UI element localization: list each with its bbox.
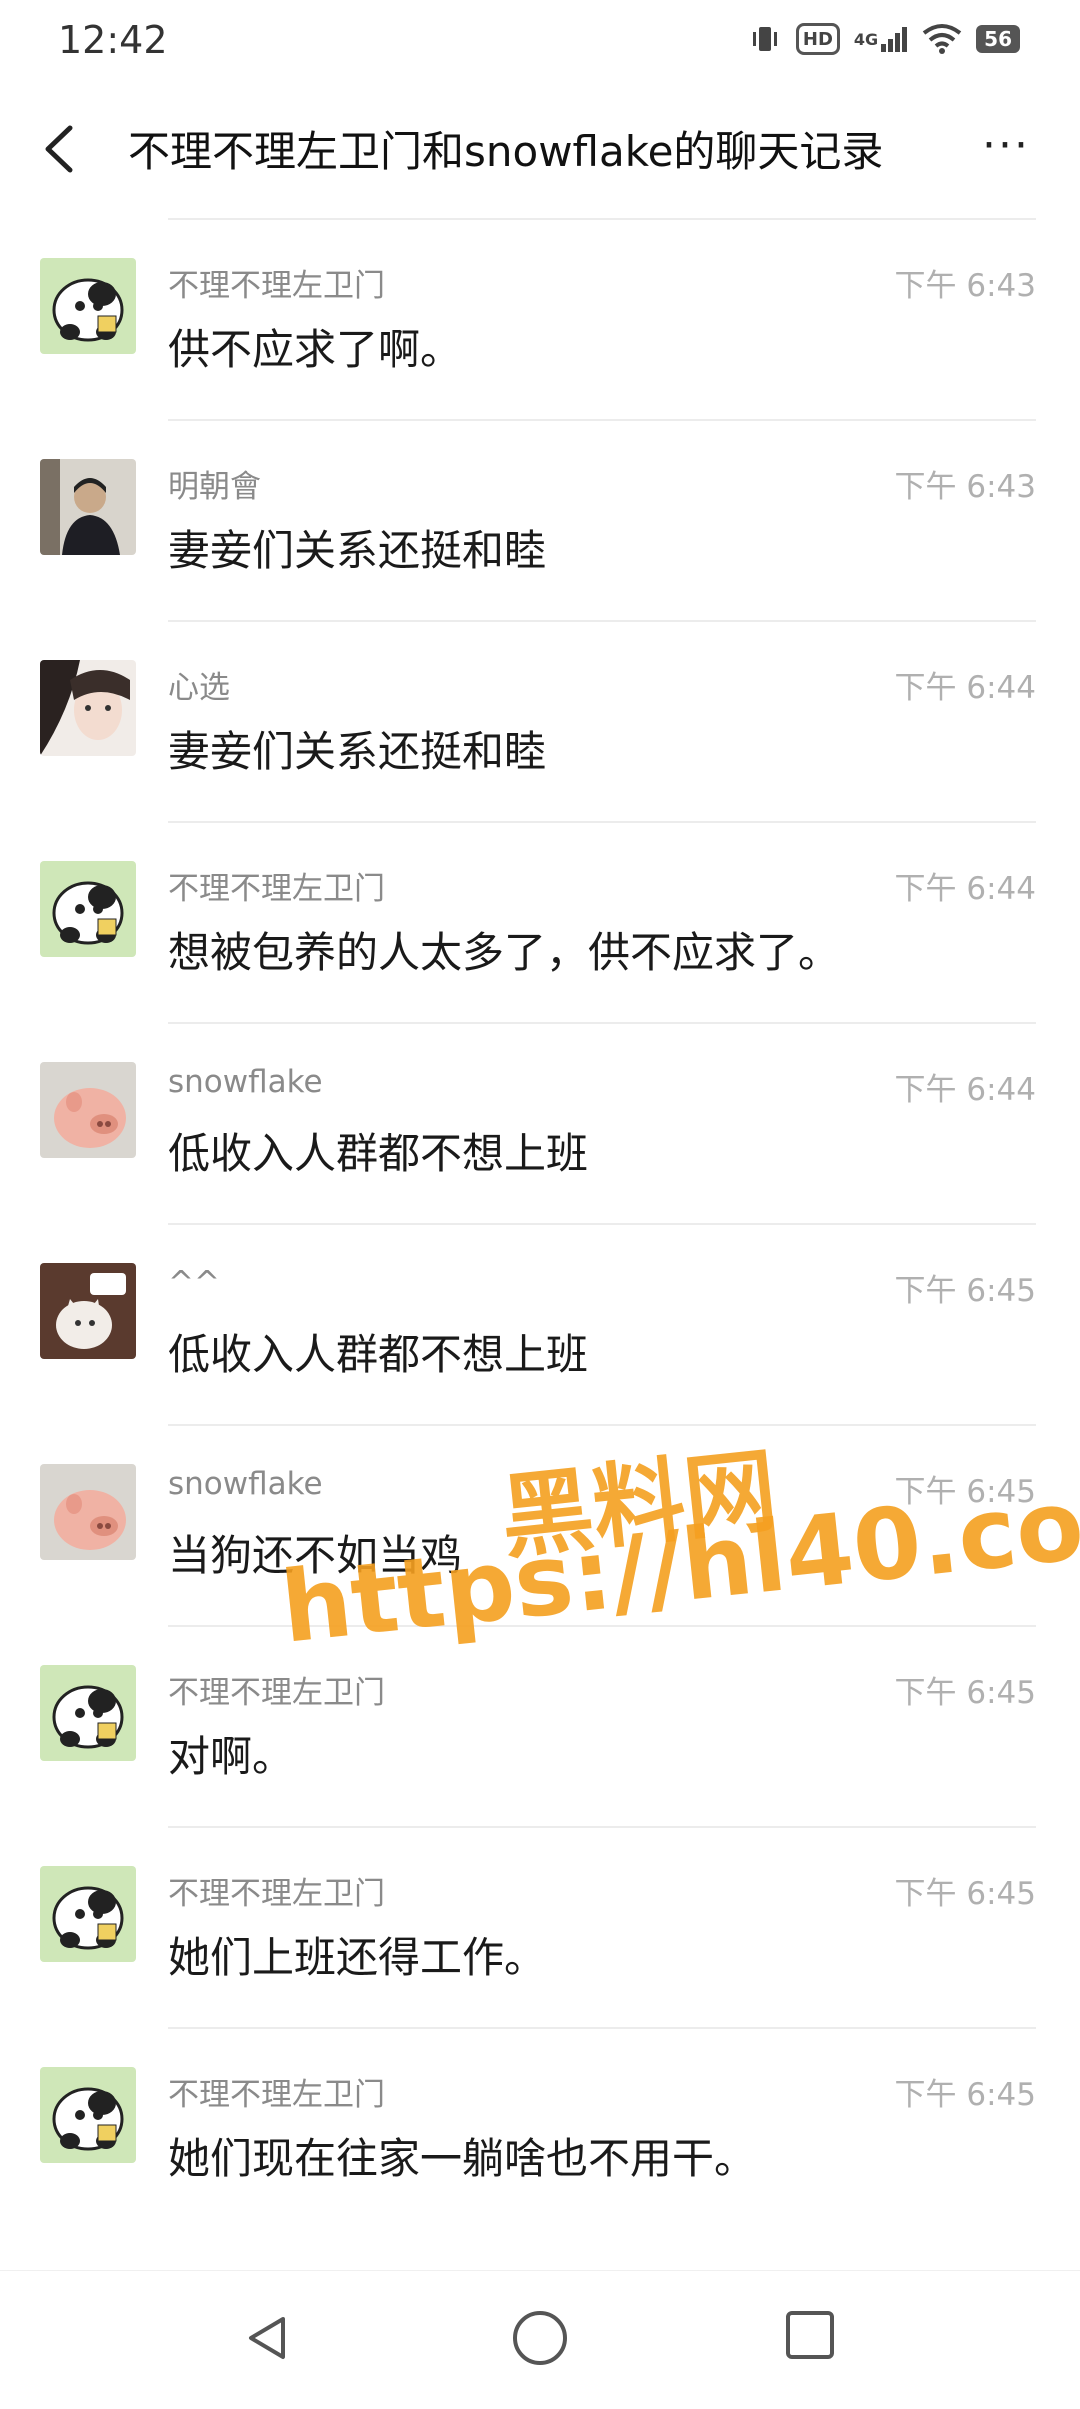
cat-avatar[interactable] [40, 1263, 136, 1359]
panda-avatar[interactable] [40, 2067, 136, 2163]
divider [168, 419, 1036, 421]
network-type: 4G [853, 29, 879, 49]
vibrate-icon [748, 22, 782, 56]
divider [168, 821, 1036, 823]
signal-icon: 4G [854, 22, 908, 56]
girl-avatar[interactable] [40, 660, 136, 756]
hd-icon: HD [795, 23, 840, 55]
list-item[interactable]: 不理不理左卫门 下午 6:45 对啊。 [0, 1625, 1080, 1826]
message-time: 下午 6:45 [894, 1876, 1036, 1912]
sender-name: 明朝會 [168, 469, 261, 505]
chat-history-list: 不理不理左卫门 下午 6:43 供不应求了啊。 明朝會 下午 6:43 妻妾们关… [0, 218, 1080, 2228]
message-time: 下午 6:45 [894, 1675, 1036, 1711]
message-time: 下午 6:43 [894, 469, 1036, 505]
message-text: 供不应求了啊。 [168, 325, 463, 374]
message-time: 下午 6:43 [894, 268, 1036, 304]
divider [168, 218, 1036, 220]
sender-name: 不理不理左卫门 [168, 871, 385, 907]
sender-name: ^^ [168, 1265, 220, 1301]
message-time: 下午 6:45 [894, 1273, 1036, 1309]
page-title: 不理不理左卫门和snowflake的聊天记录 [128, 127, 884, 176]
nav-home-button[interactable] [513, 2311, 567, 2365]
message-text: 妻妾们关系还挺和睦 [168, 727, 547, 776]
triangle-back-icon [249, 2317, 285, 2359]
message-text: 低收入人群都不想上班 [168, 1330, 589, 1379]
more-options-button[interactable]: ··· [982, 120, 1030, 171]
sender-name: 不理不理左卫门 [168, 1876, 385, 1912]
sender-name: snowflake [168, 1466, 323, 1502]
chevron-left-icon [45, 125, 73, 173]
pig-avatar[interactable] [40, 1062, 136, 1158]
battery-icon: 56 [976, 25, 1020, 53]
system-nav-bar [0, 2270, 1080, 2409]
message-time: 下午 6:44 [894, 670, 1036, 706]
message-text: 她们现在往家一躺啥也不用干。 [168, 2134, 757, 2183]
pig-avatar[interactable] [40, 1464, 136, 1560]
message-text: 对啊。 [168, 1732, 295, 1781]
list-item[interactable]: 明朝會 下午 6:43 妻妾们关系还挺和睦 [0, 419, 1080, 620]
message-text: 低收入人群都不想上班 [168, 1129, 589, 1178]
back-button[interactable] [40, 124, 80, 174]
status-icons: HD 4G 56 [748, 22, 1020, 56]
list-item[interactable]: ^^ 下午 6:45 低收入人群都不想上班 [0, 1223, 1080, 1424]
divider [168, 1826, 1036, 1828]
list-item[interactable]: 心选 下午 6:44 妻妾们关系还挺和睦 [0, 620, 1080, 821]
sender-name: 不理不理左卫门 [168, 1675, 385, 1711]
list-item[interactable]: 不理不理左卫门 下午 6:43 供不应求了啊。 [0, 218, 1080, 419]
sender-name: 不理不理左卫门 [168, 268, 385, 304]
sender-name: 不理不理左卫门 [168, 2077, 385, 2113]
status-time: 12:42 [58, 18, 168, 62]
list-item[interactable]: snowflake 下午 6:44 低收入人群都不想上班 [0, 1022, 1080, 1223]
message-text: 妻妾们关系还挺和睦 [168, 526, 547, 575]
divider [168, 620, 1036, 622]
status-bar: 12:42 HD 4G 56 [0, 0, 1080, 80]
list-item[interactable]: 不理不理左卫门 下午 6:45 她们现在往家一躺啥也不用干。 [0, 2027, 1080, 2228]
list-item[interactable]: 不理不理左卫门 下午 6:45 她们上班还得工作。 [0, 1826, 1080, 2027]
divider [168, 1424, 1036, 1426]
message-text: 她们上班还得工作。 [168, 1933, 547, 1982]
message-time: 下午 6:45 [894, 2077, 1036, 2113]
divider [168, 1022, 1036, 1024]
sender-name: 心选 [168, 670, 230, 706]
message-time: 下午 6:44 [894, 871, 1036, 907]
wifi-icon [922, 22, 962, 56]
person-avatar[interactable] [40, 459, 136, 555]
message-text: 想被包养的人太多了，供不应求了。 [168, 928, 841, 977]
divider [168, 2027, 1036, 2029]
nav-back-button[interactable] [245, 2313, 289, 2367]
panda-avatar[interactable] [40, 258, 136, 354]
panda-avatar[interactable] [40, 861, 136, 957]
list-item[interactable]: 不理不理左卫门 下午 6:44 想被包养的人太多了，供不应求了。 [0, 821, 1080, 1022]
message-time: 下午 6:44 [894, 1072, 1036, 1108]
nav-recents-button[interactable] [786, 2311, 834, 2359]
divider [168, 1223, 1036, 1225]
sender-name: snowflake [168, 1064, 323, 1100]
title-bar: 不理不理左卫门和snowflake的聊天记录 ··· [0, 90, 1080, 210]
panda-avatar[interactable] [40, 1665, 136, 1761]
panda-avatar[interactable] [40, 1866, 136, 1962]
